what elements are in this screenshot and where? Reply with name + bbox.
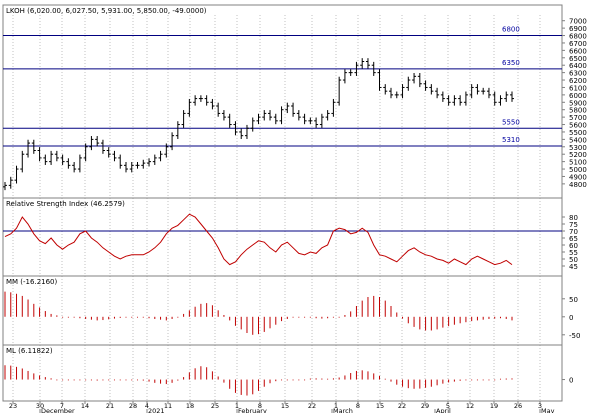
y-tick-label: 5000 [569,166,587,174]
pane-title: LKOH (6,020.00, 6,027.50, 5,931.00, 5,85… [6,7,207,15]
level-label: 5550 [502,118,520,126]
chart-svg: LKOH (6,020.00, 6,027.50, 5,931.00, 5,85… [0,0,590,415]
month-label: February [238,407,267,413]
y-tick-label: 6000 [569,92,587,100]
y-tick-label: 6500 [569,55,587,63]
y-tick-label: 5800 [569,107,587,115]
x-tick-label: 14 [81,402,89,410]
y-tick-label: 4900 [569,173,587,181]
y-tick-label: 60 [569,242,578,250]
y-tick-label: 5400 [569,136,587,144]
level-label: 6800 [502,26,520,34]
x-tick-label: 26 [514,402,522,410]
y-tick-label: 6700 [569,40,587,48]
y-tick-label: 5900 [569,99,587,107]
y-tick-label: -50 [569,332,580,340]
y-tick-label: 5600 [569,122,587,130]
y-tick-label: 6900 [569,25,587,33]
y-tick-label: 5700 [569,114,587,122]
x-tick-label: 15 [281,402,289,410]
y-tick-label: 6100 [569,84,587,92]
y-tick-label: 5100 [569,159,587,167]
x-tick-label: 22 [308,402,316,410]
y-tick-label: 6800 [569,33,587,41]
y-tick-label: 6600 [569,47,587,55]
x-tick-label: 15 [376,402,384,410]
x-tick-label: 25 [211,402,219,410]
y-tick-label: 5300 [569,144,587,152]
y-tick-label: 75 [569,221,578,229]
y-tick-label: 6300 [569,70,587,78]
month-label: April [436,407,451,413]
x-tick-label: 19 [490,402,498,410]
x-tick-label: 29 [421,402,429,410]
y-tick-label: 55 [569,249,578,257]
month-label: March [333,407,353,413]
y-tick-label: 5500 [569,129,587,137]
y-tick-label: 45 [569,263,578,271]
month-label: December [41,407,75,413]
y-tick-label: 80 [569,214,578,222]
x-tick-label: 12 [466,402,474,410]
month-label: 2021 [148,407,165,413]
y-tick-label: 50 [569,256,578,264]
x-tick-label: 28 [129,402,137,410]
y-tick-label: 0 [569,377,573,385]
pane-title: Relative Strength Index (46.2579) [6,200,125,208]
x-tick-label: 23 [9,402,17,410]
y-tick-label: 65 [569,235,578,243]
y-tick-label: 5200 [569,151,587,159]
x-tick-label: 18 [186,402,194,410]
x-tick-label: 21 [106,402,114,410]
x-tick-label: 8 [356,402,360,410]
y-tick-label: 70 [569,228,578,236]
pane-title: MM (-16.2160) [6,278,58,286]
month-label: May [541,407,555,413]
y-tick-label: 50 [569,296,578,304]
pane-title: ML (6.11822) [6,347,53,355]
y-tick-label: 0 [569,314,573,322]
level-label: 6350 [502,59,520,67]
level-label: 5310 [502,136,520,144]
x-tick-label: 22 [398,402,406,410]
y-tick-label: 6200 [569,77,587,85]
x-tick-label: 11 [164,402,172,410]
y-tick-label: 7000 [569,18,587,26]
chart-window: LKOH (6,020.00, 6,027.50, 5,931.00, 5,85… [0,0,590,415]
y-tick-label: 6400 [569,62,587,70]
y-tick-label: 4800 [569,181,587,189]
